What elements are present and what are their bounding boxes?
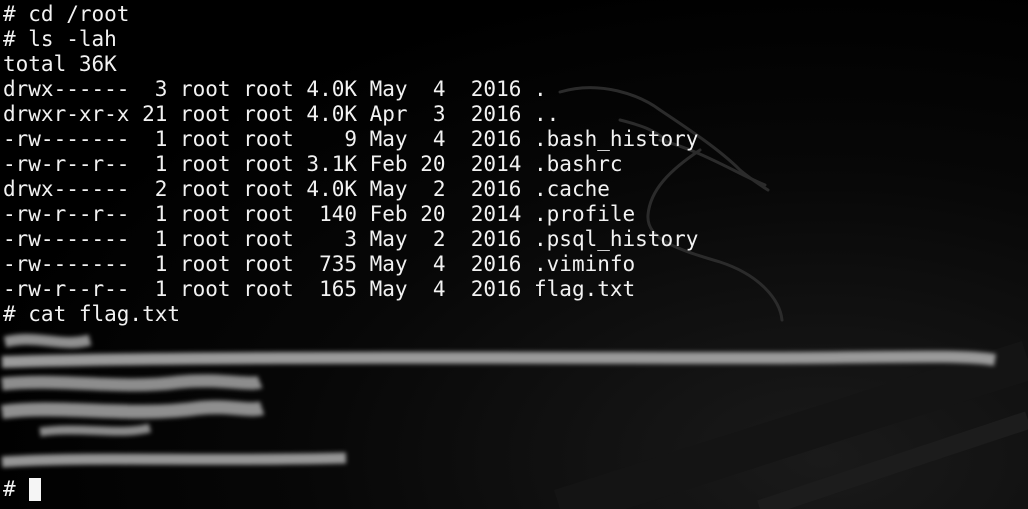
listing-row: -rw------- 1 root root 9 May 4 2016 .bas… <box>3 127 699 151</box>
redaction-mark <box>1 374 263 392</box>
prompt-symbol: # <box>3 477 16 501</box>
command-prompt[interactable]: # <box>3 477 41 502</box>
output-line: total 36K <box>3 52 117 76</box>
listing-row: drwxr-xr-x 21 root root 4.0K Apr 3 2016 … <box>3 102 560 126</box>
command-line: # ls -lah <box>3 27 117 51</box>
text-cursor <box>28 478 41 501</box>
redaction-mark <box>1 350 997 368</box>
listing-row: -rw-r--r-- 1 root root 140 Feb 20 2014 .… <box>3 202 636 226</box>
listing-row: -rw-r--r-- 1 root root 165 May 4 2016 fl… <box>3 277 636 301</box>
listing-row: drwx------ 3 root root 4.0K May 4 2016 . <box>3 77 547 101</box>
redaction-mark <box>39 423 152 437</box>
redaction-mark <box>1 400 265 419</box>
listing-row: -rw-r--r-- 1 root root 3.1K Feb 20 2014 … <box>3 152 623 176</box>
command-line: # cd /root <box>3 2 130 26</box>
redaction-mark <box>1 452 347 468</box>
terminal-window[interactable]: # cd /root # ls -lah total 36K drwx------ 3… <box>0 0 1028 509</box>
redaction-mark <box>3 333 92 349</box>
listing-row: -rw------- 1 root root 735 May 4 2016 .v… <box>3 252 636 276</box>
listing-row: drwx------ 2 root root 4.0K May 2 2016 .… <box>3 177 610 201</box>
listing-row: -rw------- 1 root root 3 May 2 2016 .psq… <box>3 227 699 251</box>
command-line: # cat flag.txt <box>3 302 181 326</box>
terminal-output: # cd /root # ls -lah total 36K drwx------ 3… <box>3 2 698 327</box>
